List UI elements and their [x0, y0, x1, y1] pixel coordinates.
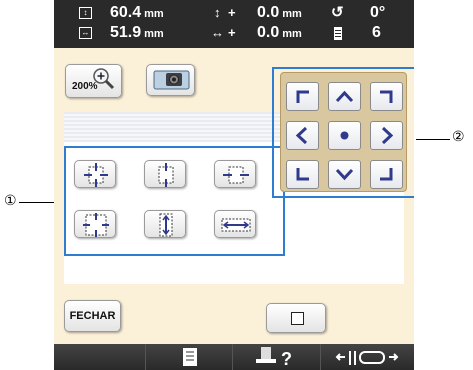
width-value: 51.9 mm: [110, 24, 164, 41]
stretch-all-icon: [83, 213, 109, 237]
chevron-left-icon: [295, 126, 308, 145]
move-down-right-button[interactable]: [370, 160, 403, 189]
stretch-horizontal-icon: [221, 218, 251, 232]
move-down-button[interactable]: [328, 160, 361, 189]
width-icon: ↔: [79, 27, 92, 39]
callout-left: ①: [4, 192, 17, 208]
move-right-button[interactable]: [370, 121, 403, 150]
offset-y-icon: ↕: [214, 5, 221, 20]
status-bar: ↕ 60.4 mm ↔ 51.9 mm ↕ + 0.0 mm ↔ + 0.0 mm ↺ …: [54, 0, 414, 48]
corner-down-left-icon: [296, 168, 309, 181]
thread-list-button[interactable]: [145, 344, 232, 370]
checklist-icon: [183, 348, 197, 366]
move-left-button[interactable]: [286, 121, 319, 150]
align-horizontal-button[interactable]: [214, 160, 256, 188]
corner-up-right-icon: [380, 90, 393, 103]
embroidery-layout-screen: ↕ 60.4 mm ↔ 51.9 mm ↕ + 0.0 mm ↔ + 0.0 mm ↺ …: [54, 0, 414, 370]
move-down-left-button[interactable]: [286, 160, 319, 189]
offset-x-icon: ↔: [211, 25, 224, 40]
align-vertical-button[interactable]: [144, 160, 186, 188]
stretch-horizontal-button[interactable]: [214, 210, 256, 238]
rotation-value: 0°: [370, 4, 386, 21]
camera-icon: [153, 70, 190, 90]
height-icon: ↕: [79, 7, 92, 19]
center-button[interactable]: [328, 121, 361, 150]
align-center-icon: [84, 163, 108, 187]
align-center-button[interactable]: [74, 160, 116, 188]
align-horizontal-icon: [223, 166, 249, 184]
stretch-vertical-button[interactable]: [144, 210, 186, 238]
embroidery-frame-icon: [335, 351, 399, 365]
camera-button[interactable]: [146, 64, 195, 96]
presser-foot-help-icon: ?: [256, 347, 292, 369]
help-button[interactable]: ?: [232, 344, 320, 370]
align-vertical-icon: [158, 163, 174, 187]
move-up-left-button[interactable]: [286, 82, 319, 111]
magnifier-icon: [93, 68, 115, 90]
stretch-all-button[interactable]: [74, 210, 116, 238]
corner-up-left-icon: [296, 90, 309, 103]
rotation-icon: ↺: [331, 4, 344, 21]
move-up-right-button[interactable]: [370, 82, 403, 111]
chevron-down-icon: [335, 168, 354, 181]
bottom-spacer: [54, 344, 145, 370]
checkbox-icon: [291, 312, 304, 325]
callout-right-line: [416, 139, 450, 140]
thread-spool-icon: [334, 27, 342, 40]
height-value: 60.4 mm: [110, 4, 164, 21]
chevron-right-icon: [381, 126, 394, 145]
center-dot-icon: [340, 131, 349, 140]
color-count: 6: [372, 24, 381, 41]
stretch-vertical-icon: [159, 213, 173, 237]
svg-text:?: ?: [281, 349, 292, 369]
offset-y-value: 0.0 mm: [257, 4, 302, 21]
close-button[interactable]: FECHAR: [64, 300, 121, 332]
offset-x-value: 0.0 mm: [257, 24, 302, 41]
toggle-button[interactable]: [266, 303, 326, 333]
frame-move-button[interactable]: [320, 344, 414, 370]
offset-x-sign: +: [228, 25, 236, 40]
offset-y-sign: +: [228, 5, 236, 20]
bottom-bar: ?: [54, 344, 414, 370]
zoom-button[interactable]: 200%: [65, 64, 122, 98]
corner-down-right-icon: [380, 168, 393, 181]
callout-right: ②: [452, 128, 465, 144]
move-up-button[interactable]: [328, 82, 361, 111]
chevron-up-icon: [335, 90, 354, 103]
